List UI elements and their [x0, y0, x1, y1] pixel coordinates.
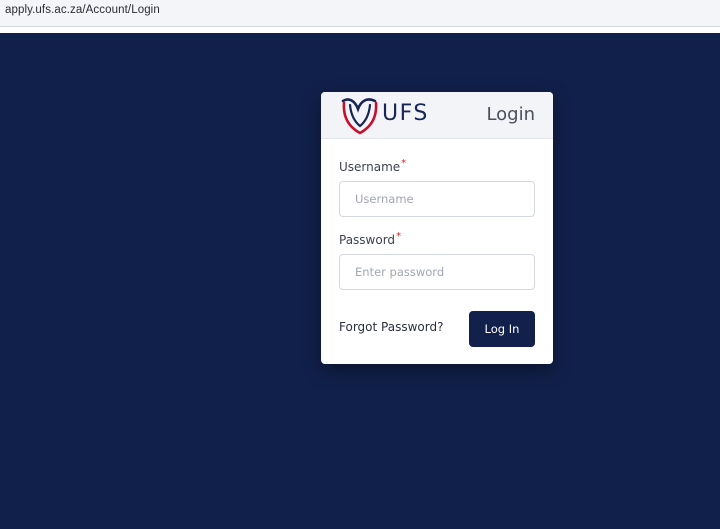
login-card: UFS Login Username* Password* Forgot Pas… — [321, 92, 553, 364]
login-title: Login — [486, 104, 535, 125]
username-label-text: Username — [339, 160, 401, 174]
login-button[interactable]: Log In — [469, 311, 535, 347]
ufs-shield-logo-icon — [341, 98, 378, 135]
ufs-logo: UFS — [339, 95, 439, 137]
password-label-text: Password — [339, 233, 396, 247]
password-required-marker: * — [396, 231, 402, 242]
username-input[interactable] — [339, 181, 535, 217]
password-input[interactable] — [339, 254, 535, 290]
forgot-password-link[interactable]: Forgot Password? — [339, 320, 443, 334]
username-required-marker: * — [401, 158, 407, 169]
browser-toolbar: apply.ufs.ac.za/Account/Login — [0, 0, 720, 27]
address-bar-url[interactable]: apply.ufs.ac.za/Account/Login — [5, 4, 160, 16]
username-label: Username* — [339, 158, 407, 174]
password-label: Password* — [339, 231, 402, 247]
login-card-header: UFS Login — [321, 92, 553, 139]
ufs-logo-text: UFS — [382, 101, 429, 126]
